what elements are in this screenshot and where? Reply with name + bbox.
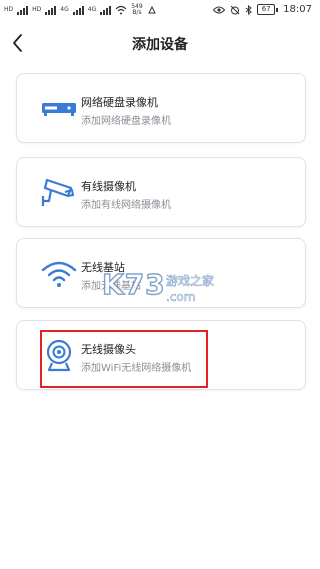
wired-camera-icon xyxy=(41,178,75,206)
net-type-2: 4G xyxy=(87,6,97,13)
eye-icon xyxy=(213,6,226,13)
network-speed: 549 B/s xyxy=(131,4,142,16)
highlight-box xyxy=(40,330,208,388)
signal-bars-icon xyxy=(45,5,57,15)
device-subtitle: 添加网络硬盘录像机 xyxy=(81,116,171,127)
battery-level: 67 xyxy=(257,4,276,15)
sim-signal-1: HD xyxy=(4,7,13,13)
speed-unit: B/s xyxy=(132,9,142,16)
device-option-nvr[interactable]: 网络硬盘录像机 添加网络硬盘录像机 xyxy=(16,73,306,143)
nav-bar: 添加设备 xyxy=(0,26,320,60)
notification-icon xyxy=(147,5,156,14)
sim1-label: HD xyxy=(4,6,14,13)
wifi-status-icon xyxy=(115,5,127,15)
battery-icon: 67 xyxy=(257,4,279,15)
net-type-1: 4G xyxy=(60,6,69,13)
signal-bars-icon xyxy=(72,5,84,15)
wifi-icon xyxy=(41,261,77,287)
alarm-off-icon xyxy=(230,5,240,14)
bluetooth-icon xyxy=(245,4,252,15)
device-title: 网络硬盘录像机 xyxy=(81,96,158,109)
page-title: 添加设备 xyxy=(132,37,188,53)
device-title: 无线基站 xyxy=(81,261,125,274)
signal-bars-icon xyxy=(100,5,112,15)
device-title: 有线摄像机 xyxy=(81,180,136,193)
nvr-icon xyxy=(42,103,76,116)
status-bar: HD HD 4G 4G 549 B/s 67 18:07 xyxy=(0,0,320,22)
clock: 18:07 xyxy=(283,4,312,15)
device-option-wired-camera[interactable]: 有线摄像机 添加有线网络摄像机 xyxy=(16,157,306,227)
device-subtitle: 添加无线基站 xyxy=(81,281,141,292)
sim-signal-2: HD xyxy=(32,7,41,13)
signal-bars-icon xyxy=(17,5,29,15)
device-subtitle: 添加有线网络摄像机 xyxy=(81,200,171,211)
sim2-label: HD xyxy=(32,6,42,13)
device-option-base-station[interactable]: 无线基站 添加无线基站 xyxy=(16,238,306,308)
